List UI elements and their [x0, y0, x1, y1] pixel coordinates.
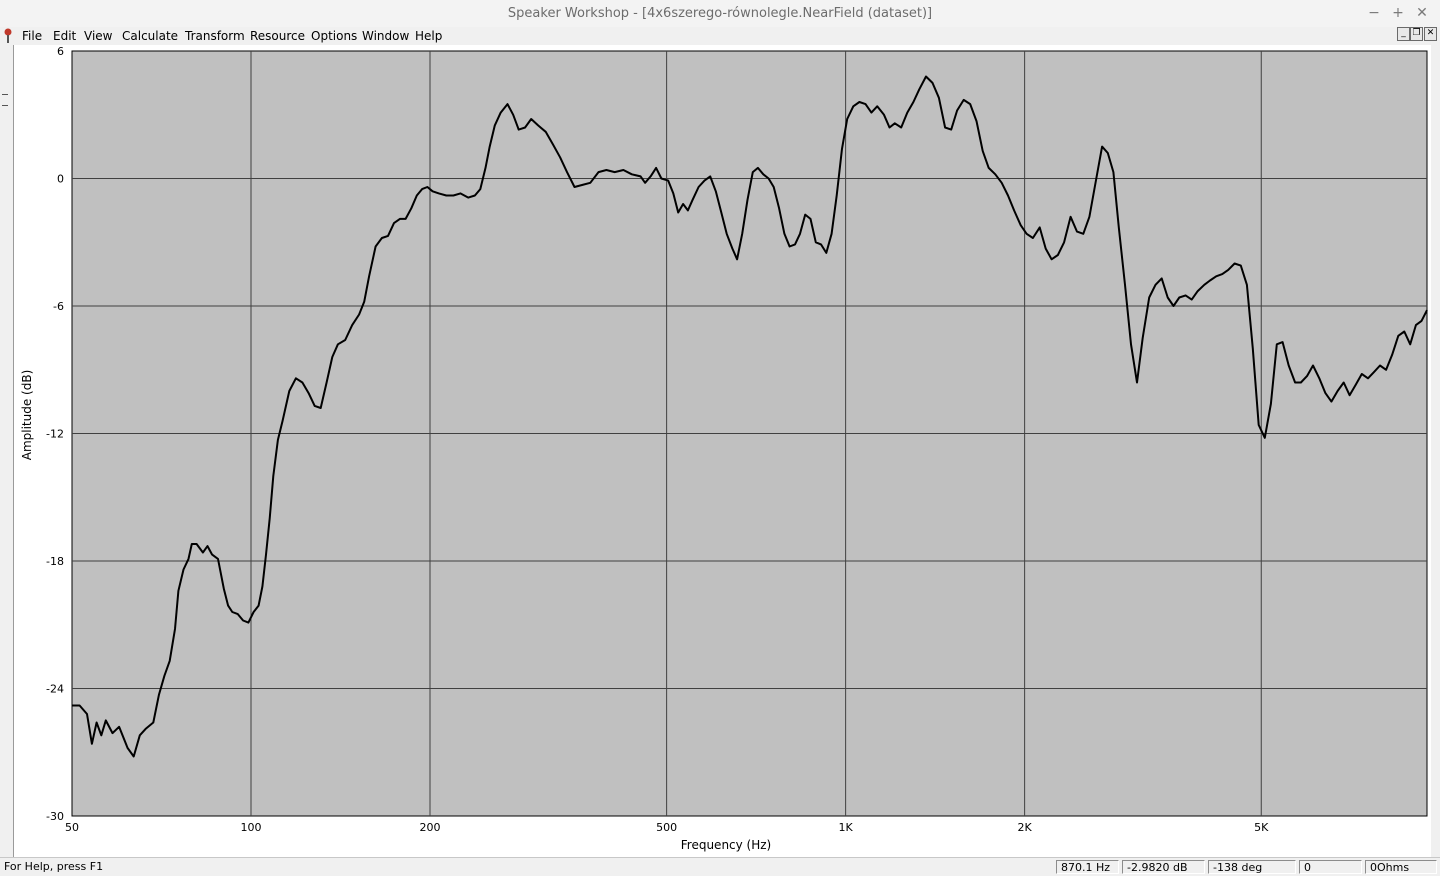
status-value: 0 [1299, 860, 1362, 874]
x-tick-label: 2K [1018, 821, 1033, 834]
y-tick-label: -24 [46, 683, 64, 696]
y-tick-label: -30 [46, 810, 64, 823]
status-help-text: For Help, press F1 [4, 860, 104, 873]
status-bar: For Help, press F1 870.1 Hz -2.9820 dB -… [0, 857, 1440, 876]
y-axis-label: Amplitude (dB) [20, 370, 34, 461]
x-tick-label: 5K [1254, 821, 1269, 834]
status-phase: -138 deg [1208, 860, 1296, 874]
y-tick-label: -12 [46, 428, 64, 441]
y-tick-label: 6 [57, 45, 64, 58]
status-amplitude: -2.9820 dB [1122, 860, 1205, 874]
y-tick-label: -6 [53, 300, 64, 313]
frequency-response-chart[interactable]: 6 0 -6 -12 -18 -24 -30 50 100 200 500 1K 2K 5K Ampli… [0, 0, 1440, 875]
x-tick-label: 1K [839, 821, 854, 834]
y-tick-label: 0 [57, 173, 64, 186]
status-frequency: 870.1 Hz [1056, 860, 1119, 874]
x-tick-labels: 50 100 200 500 1K 2K 5K [65, 821, 1269, 834]
status-impedance: 0Ohms [1365, 860, 1437, 874]
y-tick-labels: 6 0 -6 -12 -18 -24 -30 [46, 45, 64, 823]
y-tick-label: -18 [46, 555, 64, 568]
x-tick-label: 50 [65, 821, 79, 834]
x-tick-label: 100 [240, 821, 261, 834]
x-tick-label: 200 [419, 821, 440, 834]
x-axis-label: Frequency (Hz) [681, 838, 772, 852]
x-tick-label: 500 [656, 821, 677, 834]
